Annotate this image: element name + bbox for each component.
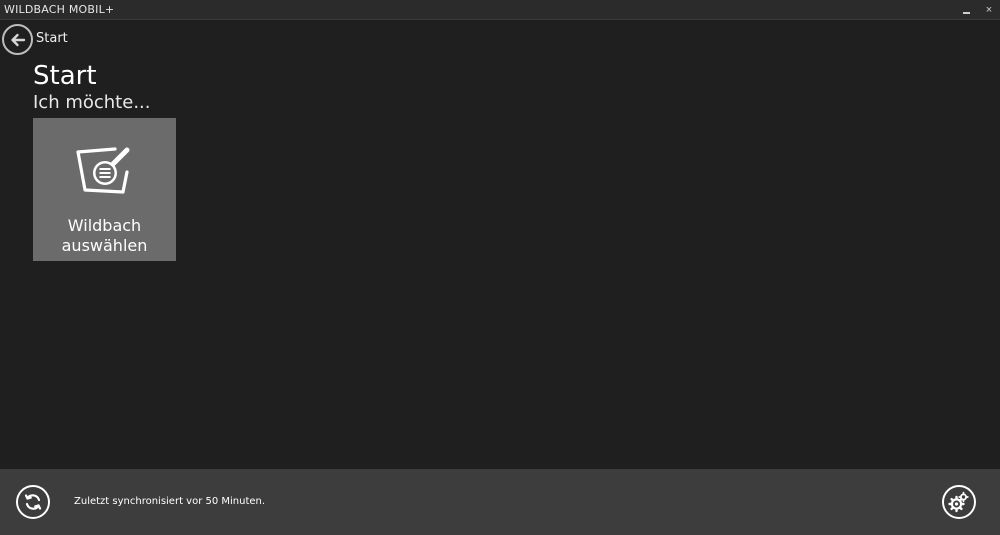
arrow-left-icon (10, 33, 25, 46)
minimize-icon (962, 12, 970, 14)
tile-label-line2: auswählen (61, 236, 148, 255)
sync-button[interactable] (16, 485, 50, 519)
sync-icon (24, 494, 42, 510)
settings-button[interactable] (942, 485, 976, 519)
basket-search-icon (76, 147, 130, 194)
bottom-app-bar: Zuletzt synchronisiert vor 50 Minuten. (0, 469, 1000, 535)
close-button[interactable]: × (978, 0, 1000, 20)
tile-label-line1: Wildbach (67, 216, 142, 235)
title-bar: WILDBACH MOBIL+ × (0, 0, 1000, 20)
minimize-button[interactable] (955, 0, 977, 20)
tile-label: Wildbach auswählen (33, 216, 176, 256)
back-button[interactable] (2, 24, 33, 55)
page-subtitle: Ich möchte... (33, 92, 151, 113)
tile-select-wildbach[interactable]: Wildbach auswählen (33, 118, 176, 261)
gears-icon (948, 491, 969, 513)
sync-status-text: Zuletzt synchronisiert vor 50 Minuten. (74, 496, 266, 507)
breadcrumb: Start (36, 31, 68, 46)
app-title: WILDBACH MOBIL+ (4, 3, 115, 16)
close-icon: × (985, 4, 993, 16)
page-title: Start (33, 61, 97, 91)
app-window: WILDBACH MOBIL+ × Start Start Ich möchte… (0, 0, 1000, 535)
